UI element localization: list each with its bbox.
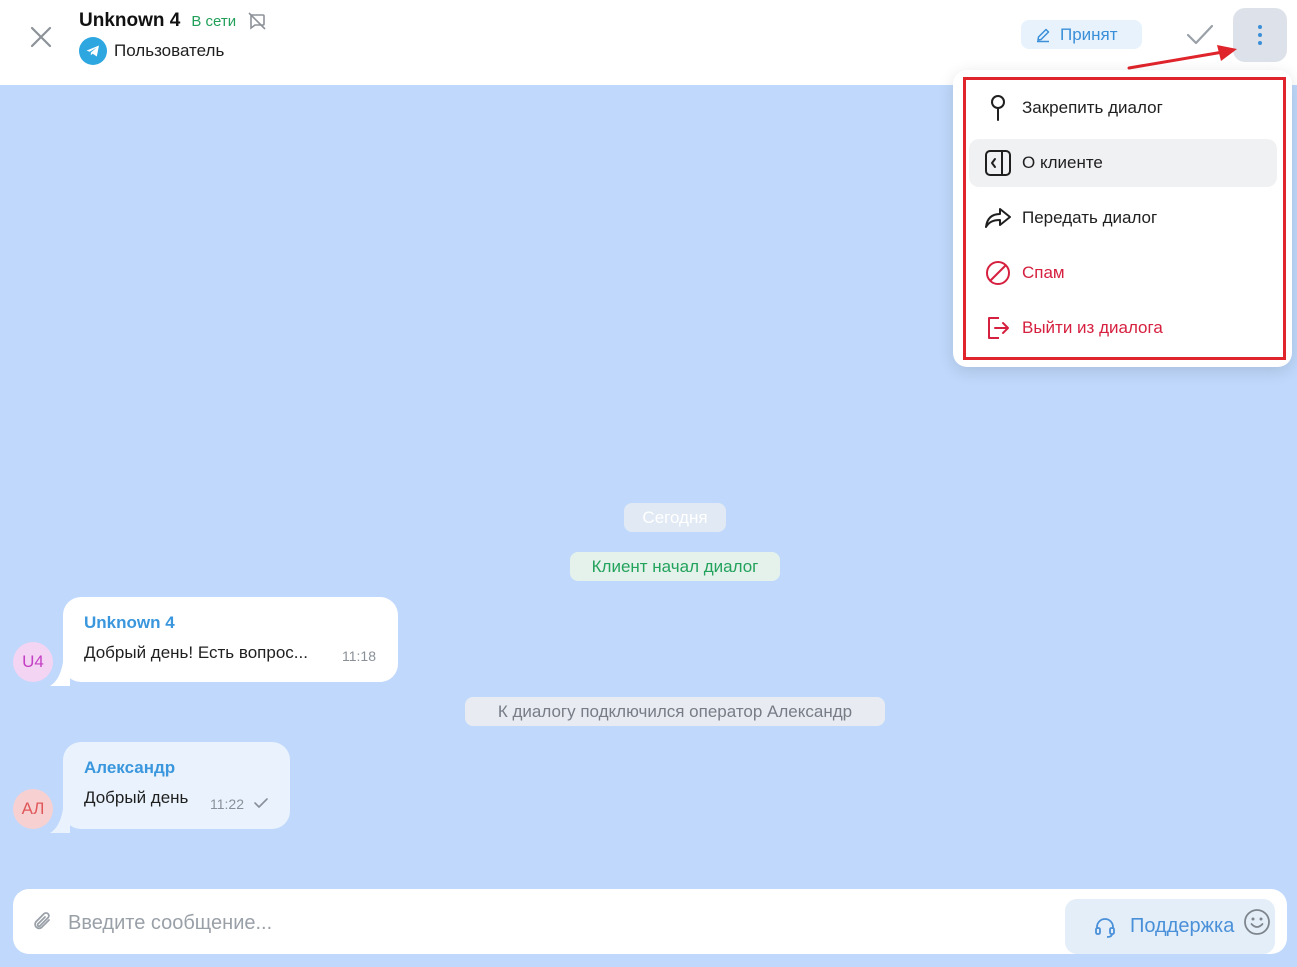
message-time: 11:22 [210, 796, 244, 812]
channel-row: Пользователь [79, 37, 224, 65]
message-time: 11:18 [342, 648, 376, 664]
chat-off-icon [247, 11, 267, 31]
message-bubble[interactable]: Александр Добрый день 11:22 [63, 742, 290, 829]
attachment-icon[interactable] [30, 909, 56, 935]
message-bubble[interactable]: Unknown 4 Добрый день! Есть вопрос... 11… [63, 597, 398, 682]
close-icon [30, 26, 52, 48]
telegram-icon [79, 37, 107, 65]
client-started-notice: Клиент начал диалог [570, 552, 780, 581]
avatar[interactable]: U4 [13, 642, 53, 682]
edit-icon [1037, 28, 1050, 42]
contact-name: Unknown 4 [79, 10, 181, 31]
more-options-button[interactable] [1233, 8, 1287, 62]
message-text: Добрый день! Есть вопрос... [84, 643, 308, 662]
close-button[interactable] [24, 20, 58, 54]
accepted-label: Принят [1060, 24, 1118, 44]
headset-icon [1095, 917, 1115, 938]
operator-joined-notice: К диалогу подключился оператор Александр [465, 697, 885, 726]
support-label: Поддержка [1130, 915, 1235, 937]
delivered-check-icon [254, 798, 268, 808]
annotation-arrow [1127, 45, 1237, 70]
message-text: Добрый день [84, 788, 189, 807]
channel-label: Пользователь [114, 41, 225, 60]
annotation-highlight [963, 77, 1286, 360]
message-input[interactable] [68, 905, 1028, 941]
date-separator: Сегодня [624, 503, 726, 532]
avatar[interactable]: АЛ [13, 789, 53, 829]
online-status: В сети [191, 12, 237, 30]
message-author: Unknown 4 [84, 613, 175, 632]
accepted-button[interactable]: Принят [1021, 20, 1142, 49]
emoji-icon[interactable] [1243, 908, 1271, 936]
message-composer: Поддержка [13, 889, 1287, 954]
message-author: Александр [84, 758, 176, 777]
title-row: Unknown 4 В сети [79, 8, 267, 34]
more-vertical-icon [1258, 25, 1262, 45]
